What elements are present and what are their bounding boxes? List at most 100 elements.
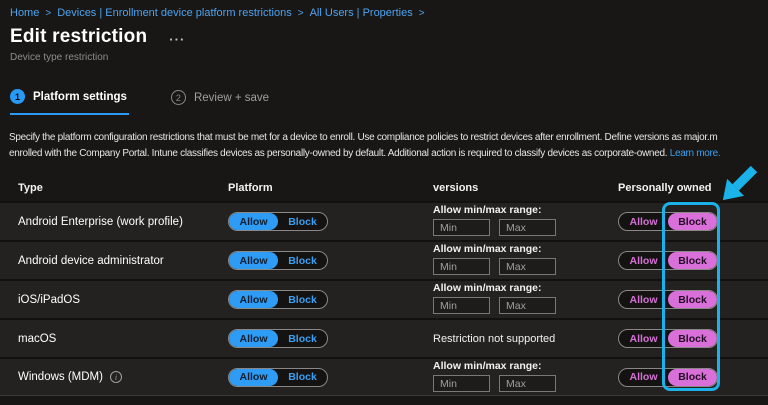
- version-range-label: Allow min/max range:: [433, 243, 610, 255]
- description-line-2: enrolled with the Company Portal. Intune…: [9, 146, 768, 162]
- table-row: Android device administrator Allow Block…: [0, 240, 768, 279]
- personally-owned-cell: Allow Block: [610, 251, 768, 270]
- version-range-label: Allow min/max range:: [433, 282, 610, 294]
- platform-allow-button[interactable]: Allow: [229, 330, 278, 347]
- min-version-input[interactable]: [433, 258, 490, 275]
- page-title: Edit restriction: [10, 26, 147, 48]
- platform-allow-button[interactable]: Allow: [229, 252, 278, 269]
- breadcrumb-link-home[interactable]: Home: [10, 7, 39, 19]
- platform-toggle: Allow Block: [228, 368, 328, 387]
- version-range-label: Allow min/max range:: [433, 204, 610, 216]
- personally-owned-block-button[interactable]: Block: [668, 213, 717, 230]
- personally-owned-allow-button[interactable]: Allow: [619, 213, 668, 230]
- personally-owned-toggle: Allow Block: [618, 329, 718, 348]
- versions-cell: Restriction not supported: [425, 320, 610, 357]
- personally-owned-cell: Allow Block: [610, 329, 768, 348]
- personally-owned-block-button[interactable]: Block: [668, 252, 717, 269]
- platform-cell: Allow Block: [218, 212, 425, 231]
- platform-block-button[interactable]: Block: [278, 369, 327, 386]
- version-range-group: Allow min/max range:: [433, 281, 610, 314]
- platform-allow-button[interactable]: Allow: [229, 369, 278, 386]
- platform-cell: Allow Block: [218, 251, 425, 270]
- personally-owned-allow-button[interactable]: Allow: [619, 252, 668, 269]
- min-version-input[interactable]: [433, 297, 490, 314]
- header-versions: versions: [425, 182, 610, 194]
- platform-cell: Allow Block: [218, 368, 425, 387]
- personally-owned-allow-button[interactable]: Allow: [619, 369, 668, 386]
- min-version-input[interactable]: [433, 375, 490, 392]
- versions-cell: Allow min/max range:: [425, 242, 610, 279]
- table-row: iOS/iPadOS Allow Block Allow min/max ran…: [0, 279, 768, 318]
- platform-block-button[interactable]: Block: [278, 213, 327, 230]
- tab-label: Review + save: [194, 92, 269, 104]
- max-version-input[interactable]: [499, 297, 556, 314]
- table-row: macOS Allow Block Restriction not suppor…: [0, 318, 768, 357]
- header-personally-owned: Personally owned: [610, 182, 768, 194]
- personally-owned-toggle: Allow Block: [618, 251, 718, 270]
- chevron-right-icon: >: [419, 8, 425, 19]
- chevron-right-icon: >: [298, 8, 304, 19]
- personally-owned-cell: Allow Block: [610, 290, 768, 309]
- device-type-cell: macOS: [0, 333, 218, 345]
- breadcrumb-link-devices[interactable]: Devices | Enrollment device platform res…: [57, 7, 292, 19]
- platform-toggle: Allow Block: [228, 251, 328, 270]
- description: Specify the platform configuration restr…: [0, 130, 768, 162]
- version-range-group: Allow min/max range:: [433, 242, 610, 275]
- restriction-not-supported-text: Restriction not supported: [433, 333, 555, 345]
- header-type: Type: [0, 182, 218, 194]
- device-type-cell: Windows (MDM) i: [0, 371, 218, 383]
- breadcrumb-link-properties[interactable]: All Users | Properties: [310, 7, 413, 19]
- step-number-badge: 2: [171, 90, 186, 105]
- personally-owned-toggle: Allow Block: [618, 290, 718, 309]
- table-row: Windows (MDM) i Allow Block Allow min/ma…: [0, 357, 768, 396]
- personally-owned-block-button[interactable]: Block: [668, 330, 717, 347]
- max-version-input[interactable]: [499, 219, 556, 236]
- personally-owned-block-button[interactable]: Block: [668, 369, 717, 386]
- device-type-label: Android device administrator: [18, 255, 164, 267]
- personally-owned-block-button[interactable]: Block: [668, 291, 717, 308]
- platform-toggle: Allow Block: [228, 290, 328, 309]
- platform-allow-button[interactable]: Allow: [229, 213, 278, 230]
- personally-owned-allow-button[interactable]: Allow: [619, 291, 668, 308]
- platform-block-button[interactable]: Block: [278, 330, 327, 347]
- device-type-cell: Android Enterprise (work profile): [0, 216, 218, 228]
- platform-toggle: Allow Block: [228, 329, 328, 348]
- chevron-right-icon: >: [45, 8, 51, 19]
- versions-cell: Allow min/max range:: [425, 203, 610, 240]
- tab-platform-settings[interactable]: 1 Platform settings: [10, 85, 129, 115]
- description-text: enrolled with the Company Portal. Intune…: [9, 148, 667, 159]
- tab-label: Platform settings: [33, 91, 127, 103]
- table-row: Android Enterprise (work profile) Allow …: [0, 201, 768, 240]
- device-type-cell: iOS/iPadOS: [0, 294, 218, 306]
- version-range-group: Allow min/max range:: [433, 203, 610, 236]
- more-menu-icon[interactable]: ···: [169, 35, 185, 45]
- personally-owned-cell: Allow Block: [610, 212, 768, 231]
- max-version-input[interactable]: [499, 375, 556, 392]
- platform-allow-button[interactable]: Allow: [229, 291, 278, 308]
- device-type-label: Windows (MDM): [18, 371, 103, 383]
- page-subtitle: Device type restriction: [0, 52, 768, 63]
- breadcrumb: Home > Devices | Enrollment device platf…: [0, 0, 768, 19]
- table-header-row: Type Platform versions Personally owned: [0, 175, 768, 201]
- version-range-label: Allow min/max range:: [433, 360, 610, 372]
- platform-restrictions-table: Type Platform versions Personally owned …: [0, 175, 768, 396]
- wizard-tabs: 1 Platform settings 2 Review + save: [0, 85, 768, 115]
- platform-block-button[interactable]: Block: [278, 252, 327, 269]
- personally-owned-cell: Allow Block: [610, 368, 768, 387]
- versions-cell: Allow min/max range:: [425, 359, 610, 395]
- header-platform: Platform: [218, 182, 425, 194]
- versions-cell: Allow min/max range:: [425, 281, 610, 318]
- min-version-input[interactable]: [433, 219, 490, 236]
- info-icon[interactable]: i: [110, 371, 122, 383]
- personally-owned-allow-button[interactable]: Allow: [619, 330, 668, 347]
- platform-block-button[interactable]: Block: [278, 291, 327, 308]
- tab-review-save[interactable]: 2 Review + save: [171, 85, 271, 115]
- personally-owned-toggle: Allow Block: [618, 368, 718, 387]
- version-range-group: Allow min/max range:: [433, 359, 610, 392]
- learn-more-link[interactable]: Learn more.: [670, 148, 721, 159]
- platform-toggle: Allow Block: [228, 212, 328, 231]
- device-type-cell: Android device administrator: [0, 255, 218, 267]
- device-type-label: Android Enterprise (work profile): [18, 216, 183, 228]
- device-type-label: iOS/iPadOS: [18, 294, 80, 306]
- max-version-input[interactable]: [499, 258, 556, 275]
